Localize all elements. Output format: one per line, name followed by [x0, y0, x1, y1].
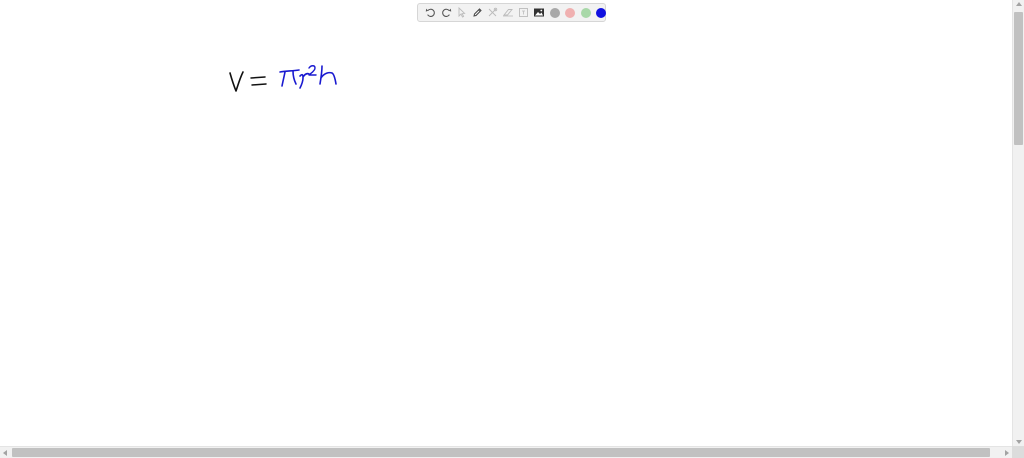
scroll-up-arrow-icon[interactable] — [1016, 2, 1022, 6]
scissors-tools-icon[interactable] — [485, 5, 501, 20]
drawing-toolbar — [417, 3, 607, 22]
ink-stroke-equals-bottom — [251, 83, 267, 86]
undo-icon[interactable] — [423, 5, 439, 20]
whiteboard-canvas[interactable]: V = — [0, 0, 1012, 446]
vertical-scroll-thumb[interactable] — [1014, 12, 1023, 145]
ink-stroke-pi-left — [281, 71, 286, 87]
color-swatch — [596, 7, 607, 18]
ink-stroke-equals-top — [250, 76, 266, 79]
horizontal-scroll-thumb[interactable] — [12, 448, 990, 457]
color-red-swatch[interactable] — [563, 5, 579, 20]
handwritten-formula: V = — [229, 65, 337, 92]
scroll-down-arrow-icon[interactable] — [1016, 440, 1022, 444]
ink-stroke-pi-right — [292, 70, 297, 85]
ink-stroke-two — [308, 65, 317, 76]
pen-icon[interactable] — [470, 5, 486, 20]
redo-icon[interactable] — [439, 5, 455, 20]
scrollbar-corner — [1012, 446, 1024, 458]
horizontal-scrollbar[interactable] — [0, 446, 1012, 458]
text-box-icon[interactable] — [516, 5, 532, 20]
image-icon[interactable] — [532, 5, 548, 20]
ink-stroke-v — [229, 71, 244, 92]
vertical-scrollbar[interactable] — [1012, 0, 1024, 446]
color-swatch — [580, 7, 591, 18]
ink-stroke-h — [319, 65, 337, 85]
eraser-icon[interactable] — [501, 5, 517, 20]
color-blue-swatch[interactable] — [594, 5, 610, 20]
select-pointer-icon[interactable] — [454, 5, 470, 20]
color-swatch — [549, 7, 560, 18]
color-gray-swatch[interactable] — [547, 5, 563, 20]
ink-stroke-r — [299, 72, 310, 89]
color-green-swatch[interactable] — [578, 5, 594, 20]
color-swatch — [565, 7, 576, 18]
ink-stroke-pi-top — [279, 69, 300, 73]
scroll-left-arrow-icon[interactable] — [3, 450, 7, 456]
scroll-right-arrow-icon[interactable] — [1005, 450, 1009, 456]
